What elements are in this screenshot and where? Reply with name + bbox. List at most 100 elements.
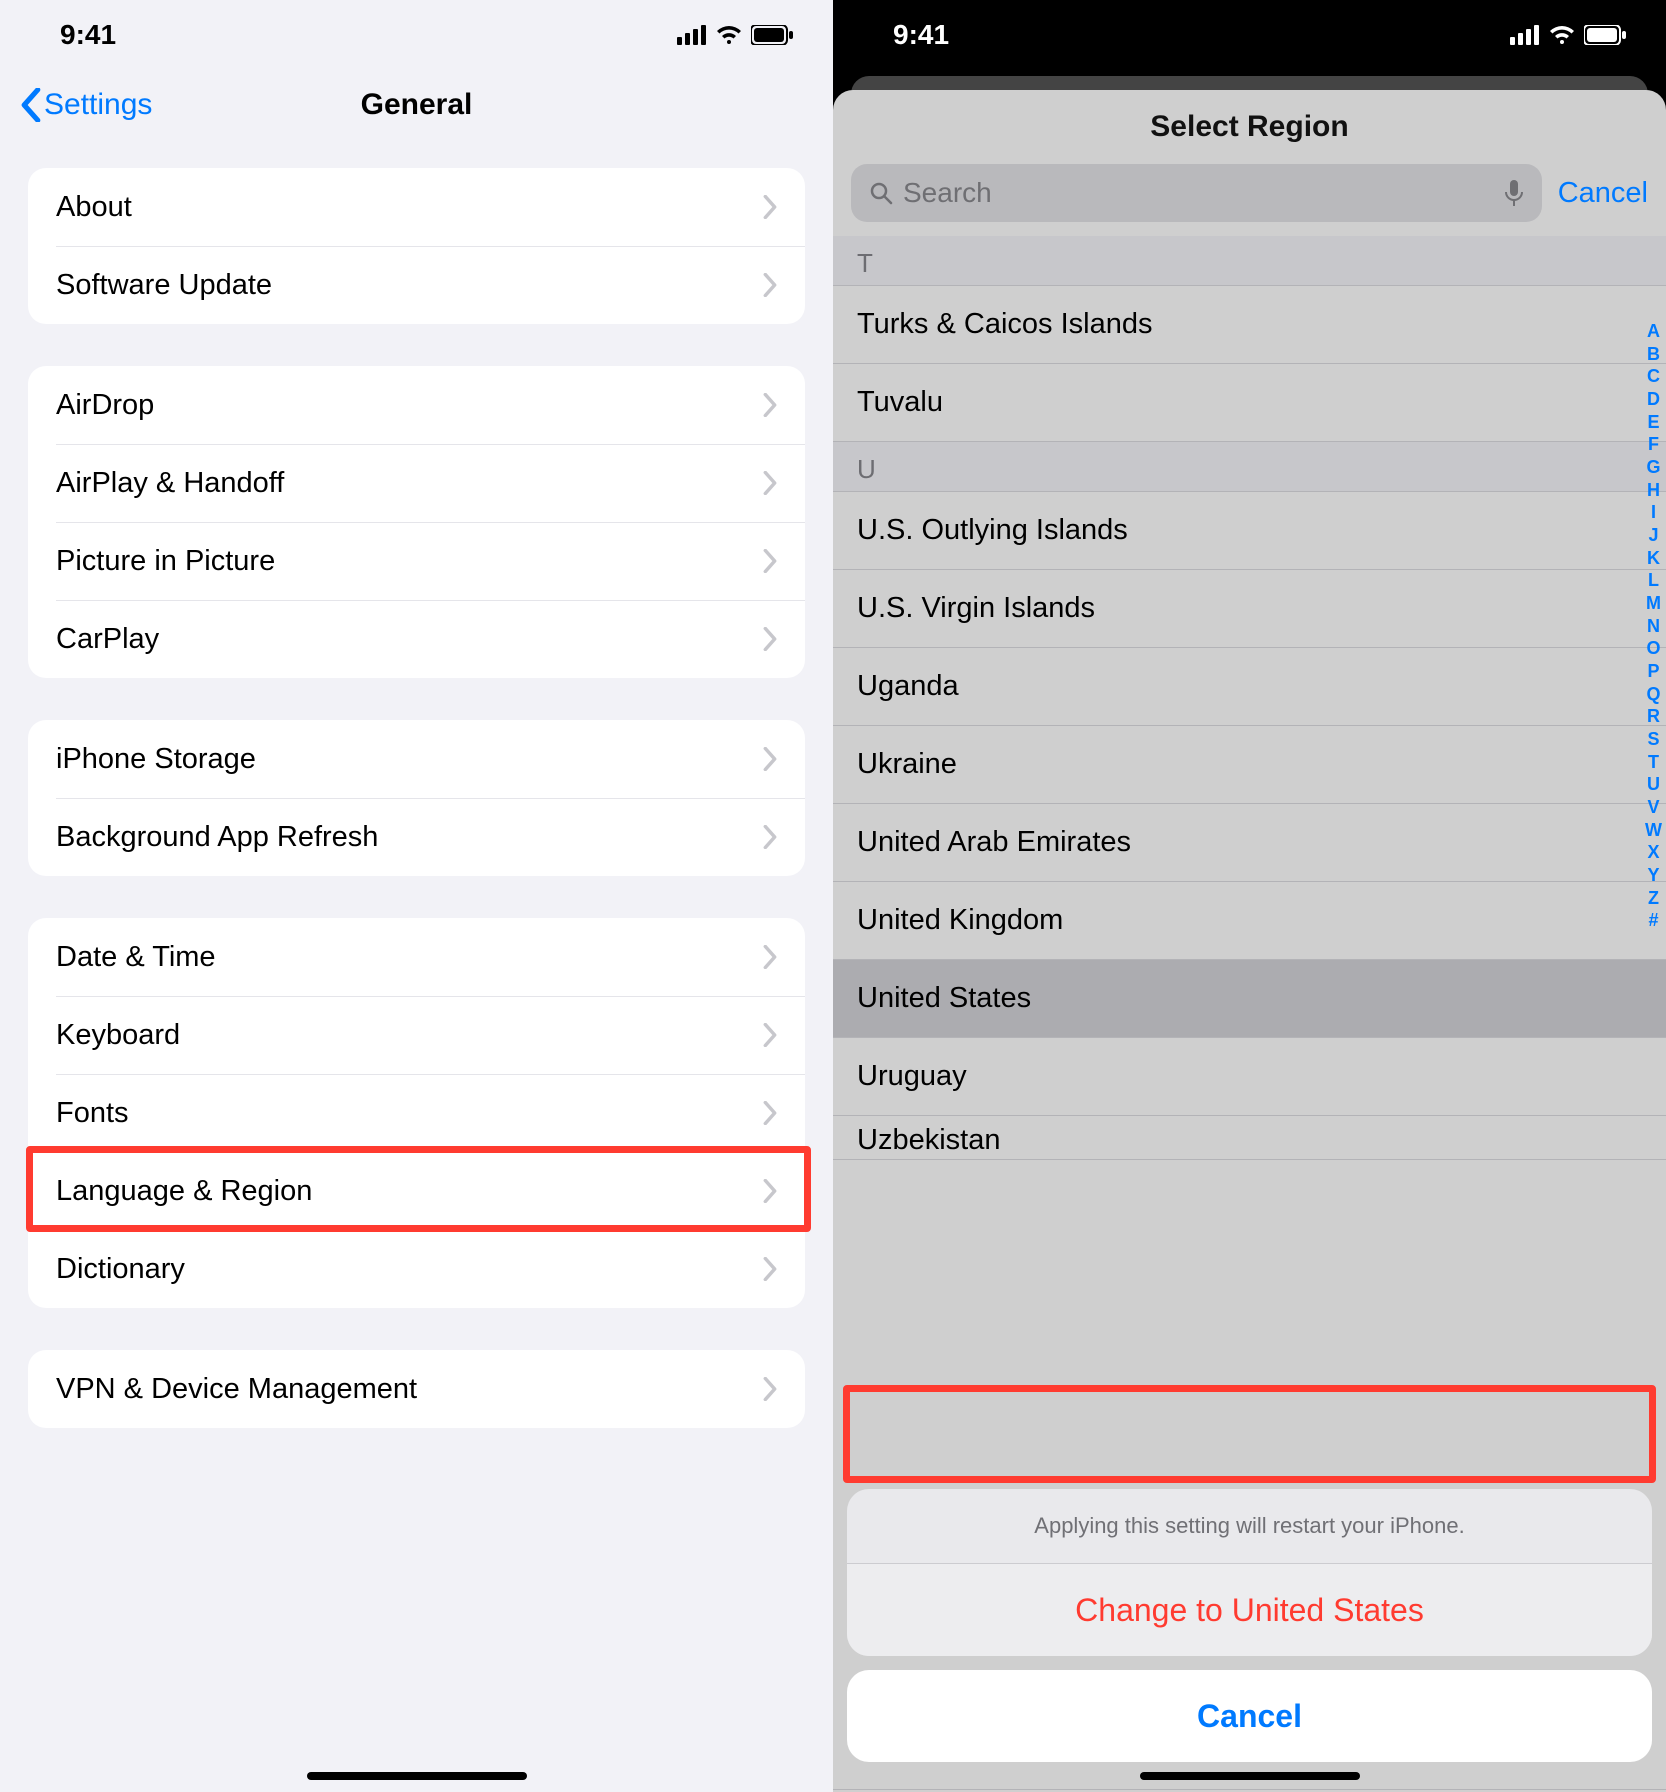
action-cancel-button[interactable]: Cancel <box>847 1670 1652 1762</box>
settings-row[interactable]: Picture in Picture <box>28 522 805 600</box>
index-letter[interactable]: H <box>1645 479 1662 502</box>
index-letter[interactable]: P <box>1645 660 1662 683</box>
row-label: Language & Region <box>56 1175 312 1208</box>
index-letter[interactable]: K <box>1645 547 1662 570</box>
list-item[interactable]: Turks & Caicos Islands <box>833 286 1666 364</box>
settings-row[interactable]: Fonts <box>28 1074 805 1152</box>
index-letter[interactable]: E <box>1645 411 1662 434</box>
confirm-change-button[interactable]: Change to United States <box>847 1564 1652 1656</box>
index-letter[interactable]: G <box>1645 456 1662 479</box>
index-letter[interactable]: B <box>1645 343 1662 366</box>
index-letter[interactable]: D <box>1645 388 1662 411</box>
settings-row[interactable]: Date & Time <box>28 918 805 996</box>
index-letter[interactable]: R <box>1645 705 1662 728</box>
index-letter[interactable]: Q <box>1645 683 1662 706</box>
list-item[interactable]: United States <box>833 960 1666 1038</box>
settings-row[interactable]: About <box>28 168 805 246</box>
list-item[interactable]: United Kingdom <box>833 882 1666 960</box>
chevron-right-icon <box>763 1023 777 1047</box>
nav-bar: Settings General <box>0 70 833 140</box>
index-letter[interactable]: C <box>1645 365 1662 388</box>
list-item[interactable]: United Arab Emirates <box>833 804 1666 882</box>
list-item[interactable]: Uzbekistan <box>833 1116 1666 1160</box>
row-label: AirPlay & Handoff <box>56 467 284 500</box>
status-icons <box>1510 25 1626 45</box>
settings-row[interactable]: Background App Refresh <box>28 798 805 876</box>
list-item[interactable]: Uruguay <box>833 1038 1666 1116</box>
status-time: 9:41 <box>60 19 116 51</box>
index-letter[interactable]: J <box>1645 524 1662 547</box>
search-input[interactable]: Search <box>851 164 1542 222</box>
search-row: Search Cancel <box>833 164 1666 236</box>
index-letter[interactable]: M <box>1645 592 1662 615</box>
status-icons <box>677 25 793 45</box>
status-bar: 9:41 <box>0 0 833 70</box>
row-label: Background App Refresh <box>56 821 378 854</box>
action-message: Applying this setting will restart your … <box>847 1489 1652 1564</box>
index-letter[interactable]: S <box>1645 728 1662 751</box>
index-letter[interactable]: O <box>1645 637 1662 660</box>
index-letter[interactable]: I <box>1645 501 1662 524</box>
home-indicator[interactable] <box>307 1772 527 1780</box>
home-indicator[interactable] <box>1140 1772 1360 1780</box>
mic-icon[interactable] <box>1504 180 1524 206</box>
row-label: CarPlay <box>56 623 159 656</box>
chevron-right-icon <box>763 471 777 495</box>
settings-row[interactable]: AirDrop <box>28 366 805 444</box>
index-letter[interactable]: X <box>1645 841 1662 864</box>
settings-list: About Software Update AirDrop AirPlay & Han… <box>0 168 833 1428</box>
list-item[interactable]: Ukraine <box>833 726 1666 804</box>
row-label: About <box>56 191 132 224</box>
index-letter[interactable]: A <box>1645 320 1662 343</box>
index-letter[interactable]: T <box>1645 751 1662 774</box>
back-button[interactable]: Settings <box>20 88 152 122</box>
wifi-icon <box>715 25 743 45</box>
chevron-left-icon <box>20 88 42 122</box>
settings-row[interactable]: Dictionary <box>28 1230 805 1308</box>
index-letter[interactable]: U <box>1645 773 1662 796</box>
battery-icon <box>751 25 793 45</box>
settings-row[interactable]: Software Update <box>28 246 805 324</box>
index-letter[interactable]: Y <box>1645 864 1662 887</box>
settings-row[interactable]: iPhone Storage <box>28 720 805 798</box>
index-letter[interactable]: # <box>1645 909 1662 932</box>
settings-group: AirDrop AirPlay & Handoff Picture in Pictu… <box>28 366 805 678</box>
list-item[interactable]: U.S. Virgin Islands <box>833 570 1666 648</box>
settings-group: Date & Time Keyboard Fonts Language & Regio… <box>28 918 805 1308</box>
settings-row[interactable]: Language & Region <box>28 1152 805 1230</box>
index-letter[interactable]: L <box>1645 569 1662 592</box>
index-bar[interactable]: ABCDEFGHIJKLMNOPQRSTUVWXYZ# <box>1645 320 1662 932</box>
list-item[interactable]: U.S. Outlying Islands <box>833 492 1666 570</box>
page-title: General <box>361 88 473 122</box>
settings-row[interactable]: AirPlay & Handoff <box>28 444 805 522</box>
settings-group: VPN & Device Management <box>28 1350 805 1428</box>
status-bar: 9:41 <box>833 0 1666 70</box>
row-label: Picture in Picture <box>56 545 275 578</box>
search-cancel-button[interactable]: Cancel <box>1558 177 1648 210</box>
index-letter[interactable]: F <box>1645 433 1662 456</box>
chevron-right-icon <box>763 825 777 849</box>
region-list[interactable]: TTurks & Caicos IslandsTuvaluUU.S. Outly… <box>833 236 1666 1160</box>
chevron-right-icon <box>763 945 777 969</box>
index-letter[interactable]: W <box>1645 819 1662 842</box>
index-letter[interactable]: N <box>1645 615 1662 638</box>
chevron-right-icon <box>763 393 777 417</box>
index-letter[interactable]: Z <box>1645 887 1662 910</box>
left-phone: 9:41 Settings General About Software Upda… <box>0 0 833 1792</box>
settings-row[interactable]: Keyboard <box>28 996 805 1074</box>
section-header: U <box>833 442 1666 492</box>
settings-row[interactable]: CarPlay <box>28 600 805 678</box>
right-phone: 9:41 Select Region Search Cancel TTurks … <box>833 0 1666 1792</box>
row-label: VPN & Device Management <box>56 1373 417 1406</box>
settings-row[interactable]: VPN & Device Management <box>28 1350 805 1428</box>
index-letter[interactable]: V <box>1645 796 1662 819</box>
wifi-icon <box>1548 25 1576 45</box>
chevron-right-icon <box>763 747 777 771</box>
status-time: 9:41 <box>893 19 949 51</box>
row-label: Keyboard <box>56 1019 180 1052</box>
list-item[interactable]: Tuvalu <box>833 364 1666 442</box>
chevron-right-icon <box>763 273 777 297</box>
list-item[interactable]: Uganda <box>833 648 1666 726</box>
highlight-change-button <box>843 1385 1656 1483</box>
battery-icon <box>1584 25 1626 45</box>
